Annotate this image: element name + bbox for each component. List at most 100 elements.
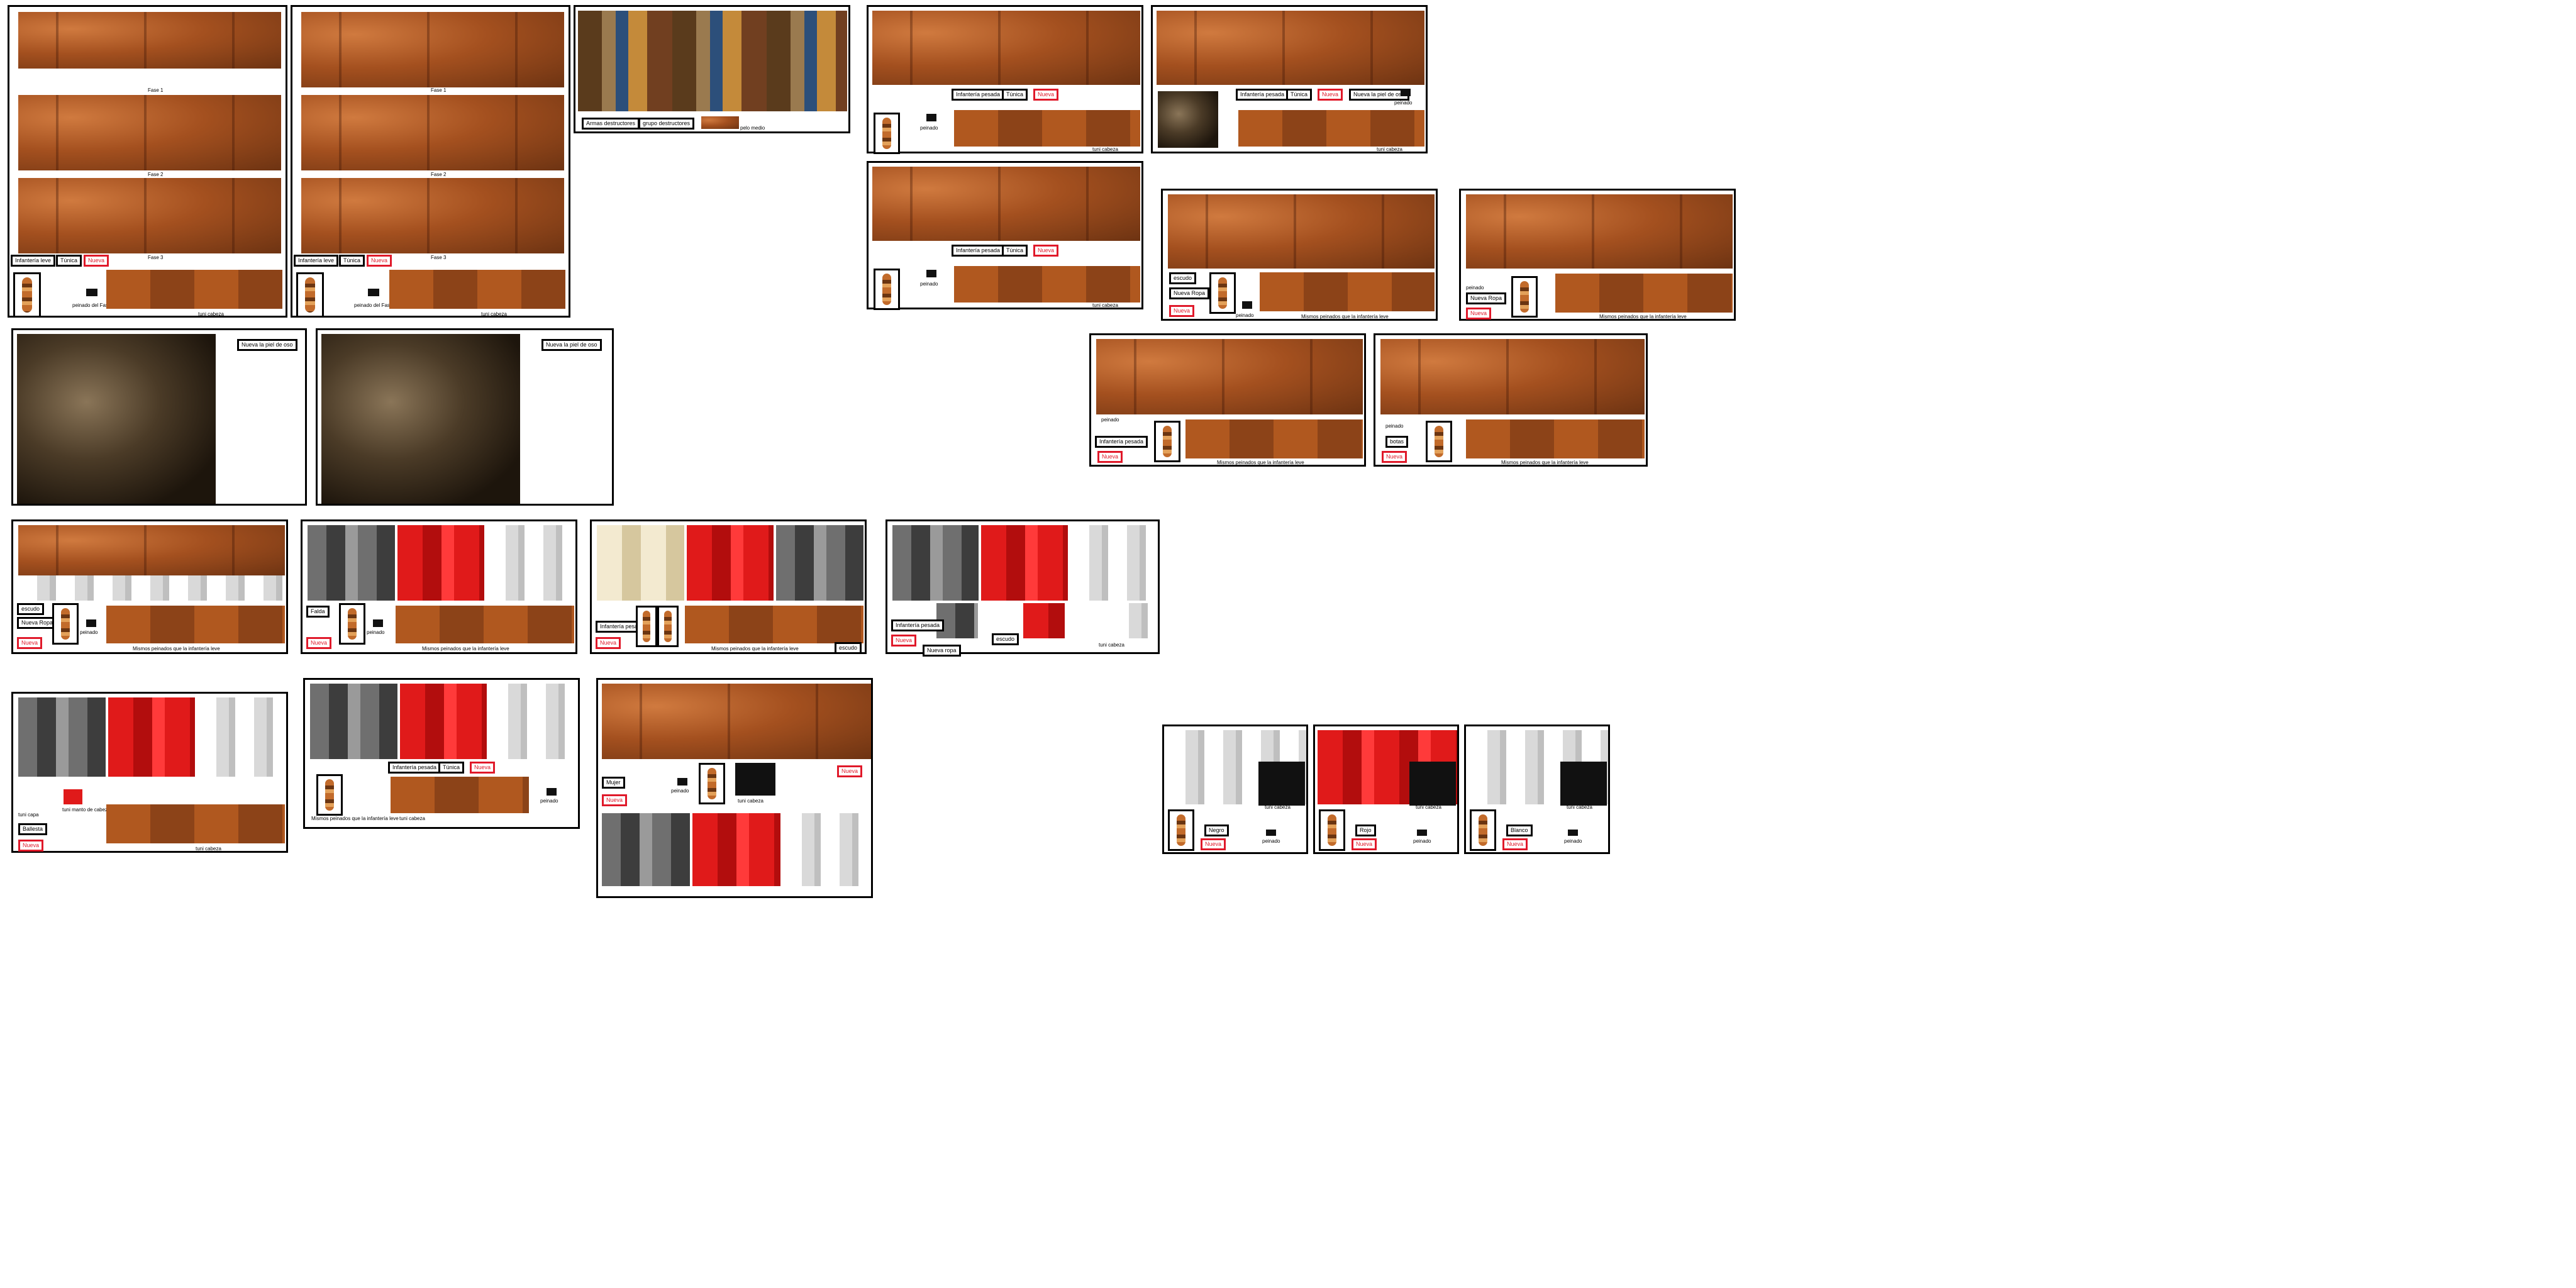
strip-mismos-2: [1466, 194, 1733, 269]
caption-peinado-3: peinado: [920, 281, 938, 287]
face-strip-r3-3: [685, 606, 863, 643]
face-strip-r4-2: [391, 777, 529, 813]
label-infanteria-pesada-i: Infantería pesada: [1095, 436, 1148, 448]
caption-pelo-medio: pelo medio: [740, 125, 765, 131]
face-strip-pesada-3: [954, 266, 1140, 303]
label-tunica-2: Túnica: [1286, 89, 1313, 101]
swatch-rojo: [1417, 830, 1427, 836]
braid-r3-3b: [657, 606, 679, 647]
panel-row3-1: escudo Nueva Ropa Nueva peinado Mismos p…: [11, 519, 288, 654]
label-pesada-r4-2: Infantería pesada: [388, 762, 441, 774]
panel-piel-oso-2: Nueva la piel de oso: [316, 328, 614, 506]
caption-tuni-cabeza-2: tuni cabeza: [1377, 147, 1402, 152]
colour-variants-row3-4: [892, 525, 1157, 601]
label-armas-destructores: Armas destructores: [582, 118, 640, 130]
label-nueva-piel-oso-a: Nueva la piel de oso: [237, 339, 297, 351]
face-strip-pesada-2: [1238, 110, 1424, 147]
colour-variants-row3-3: [597, 525, 864, 601]
panel-blanco: Blanco Nueva peinado tuni cabeza: [1464, 724, 1610, 854]
braid-mujer: [699, 763, 725, 804]
panel-infanteria-leve-fases-b: Fase 1 Fase 2 Fase 3 Infantería leve Tún…: [291, 5, 570, 318]
label-nueva-r3: Nueva: [17, 637, 43, 649]
braid-blanco: [1470, 809, 1496, 851]
caption-peinado-negro: peinado: [1262, 838, 1280, 844]
label-nueva-r4-2: Nueva: [470, 762, 496, 774]
caption-tuni-cabeza-r4-2: tuni cabeza: [399, 816, 425, 821]
texture-strip-fase3: [18, 178, 281, 253]
label-tunica-3: Túnica: [1002, 245, 1028, 257]
caption-tuni-cabeza-r3-4: tuni cabeza: [1099, 642, 1124, 648]
label-botas-j: botas: [1385, 436, 1409, 448]
face-strip-mismos-4: [1466, 419, 1645, 458]
variant-rojo-c: [981, 525, 1068, 601]
pesada-strip-3: [872, 167, 1140, 241]
caption-b-tuni-cabeza: tuni cabeza: [481, 311, 507, 317]
variant-crema: [597, 525, 684, 601]
panel-mismos-peinados-1: escudo Nueva Ropa Nueva peinado Mismos p…: [1161, 189, 1438, 321]
caption-peinado-1: peinado: [920, 125, 938, 131]
colour-variants-row4-1: [18, 697, 286, 777]
caption-tuni-cabeza-rojo: tuni cabeza: [1416, 804, 1441, 810]
caption-mismos-r3-1: Mismos peinados que la infantería leve: [133, 646, 220, 652]
label-tunica-1: Túnica: [1002, 89, 1028, 101]
swatch-pesada-3: [926, 270, 936, 277]
braid-mismos-1: [1209, 272, 1236, 314]
label-escudo-r3-3: escudo: [835, 642, 862, 654]
label-nueva-g: Nueva: [1169, 305, 1195, 317]
face-strip-r3-2: [396, 606, 574, 643]
label-negro: Negro: [1204, 824, 1229, 836]
caption-peinado-j: peinado: [1385, 423, 1404, 429]
strip-mismos-1: [1168, 194, 1435, 269]
strip-mismos-3: [1096, 339, 1363, 414]
label-nueva-r3-2: Nueva: [306, 637, 332, 649]
texture-strip-b1: [301, 12, 564, 87]
bear-skin-texture-1: [17, 334, 216, 504]
label-nueva-h: Nueva: [1466, 308, 1492, 319]
panel-mismos-peinados-4: peinado botas Nueva Mismos peinados que …: [1374, 333, 1648, 467]
label-falda-r3-2: Falda: [306, 606, 330, 618]
hair-swatch: [86, 289, 97, 296]
caption-mismos-r3-2: Mismos peinados que la infantería leve: [422, 646, 509, 652]
strip-mismos-4: [1380, 339, 1645, 414]
caption-peinado-2: peinado: [1394, 100, 1413, 106]
caption-peinado-r3-1: peinado: [80, 630, 98, 635]
panel-mismos-peinados-2: peinado Nueva Ropa Nueva Mismos peinados…: [1459, 189, 1736, 321]
label-nueva: Nueva: [84, 255, 109, 267]
label-escudo-1: escudo: [1169, 272, 1197, 284]
caption-peinado-rojo: peinado: [1413, 838, 1431, 844]
label-nueva-r3-3: Nueva: [596, 637, 621, 649]
variant-rojo-e: [399, 684, 487, 759]
variant-mujer-gris: [602, 813, 690, 886]
braid-pesada-3: [874, 269, 900, 310]
label-nueva-3: Nueva: [1033, 245, 1059, 257]
swatch-blanco: [1568, 830, 1578, 836]
caption-tuni-cabeza-negro: tuni cabeza: [1265, 804, 1291, 810]
swatch-mismos-1: [1242, 301, 1252, 309]
panel-mismos-peinados-3: peinado Infantería pesada Nueva Mismos p…: [1089, 333, 1366, 467]
caption-peinado-g: peinado: [1236, 313, 1254, 318]
texture-strip-b3: [301, 178, 564, 253]
head-swatch-rojo: [1409, 762, 1456, 806]
label-nueva-ropa-2: Nueva Ropa: [1466, 292, 1507, 304]
label-nueva-2: Nueva: [1318, 89, 1343, 101]
caption-peinado-blanco: peinado: [1564, 838, 1582, 844]
label-pesada-1: Infantería pesada: [952, 89, 1005, 101]
variant-mujer-rojo: [692, 813, 780, 886]
caption-mismos-peinados-2: Mismos peinados que la infantería leve: [1599, 314, 1687, 319]
panel-infanteria-leve-fases: Fase 1 Fase 2 Fase 3 Infantería leve Tún…: [8, 5, 287, 318]
pelo-medio-swatch: [701, 116, 739, 129]
panel-infanteria-pesada-1: Infantería pesada Túnica Nueva peinado t…: [867, 5, 1143, 154]
variant-rojo-b: [686, 525, 774, 601]
variant-rojo-d: [108, 697, 196, 777]
swatch-r4-2: [547, 788, 557, 796]
label-nueva-mujer: Nueva: [602, 794, 628, 806]
label-escudo-r3-4: escudo: [992, 633, 1019, 645]
variant-blanco: [487, 525, 575, 601]
caption-tuni-manto: tuni manto de cabeza: [62, 807, 111, 813]
label-mujer: Mujer: [602, 777, 625, 789]
variant-blanco-c: [197, 697, 286, 777]
caption-tuni-capa: tuni capa: [18, 812, 39, 818]
caption-tuni-cabeza: tuni cabeza: [198, 311, 224, 317]
label-tunica-r4-2: Túnica: [438, 762, 465, 774]
cape-swatch-white: [1110, 603, 1152, 638]
